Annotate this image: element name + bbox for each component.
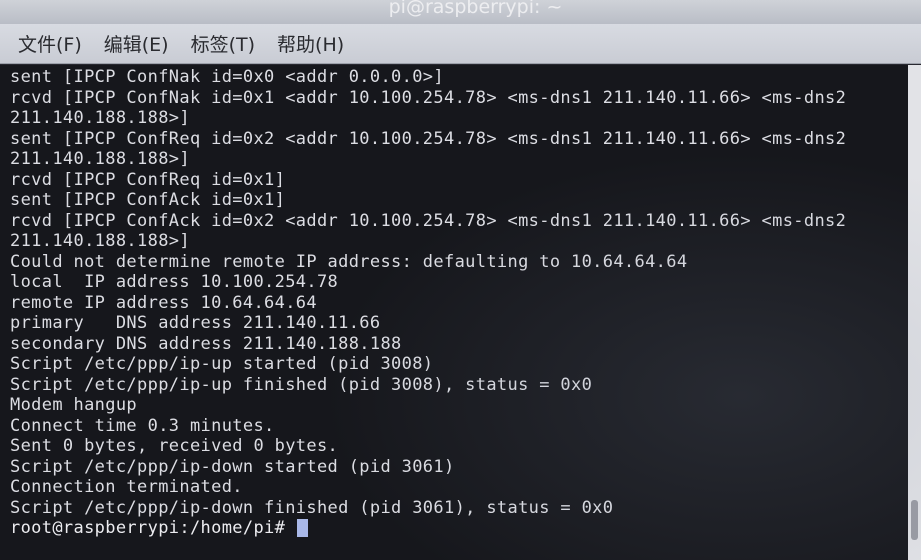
terminal-line: remote IP address 10.64.64.64: [10, 292, 317, 313]
terminal-line: sent [IPCP ConfAck id=0x1]: [10, 190, 286, 210]
terminal-line: secondary DNS address 211.140.188.188: [10, 333, 402, 354]
terminal-line: Script /etc/ppp/ip-up started (pid 3008): [10, 354, 434, 374]
terminal-line: rcvd [IPCP ConfAck id=0x2 <addr 10.100.2…: [10, 210, 847, 231]
menu-bar: 文件(F) 编辑(E) 标签(T) 帮助(H): [0, 24, 921, 64]
terminal-line: Connect time 0.3 minutes.: [10, 415, 275, 436]
command-prompt-line[interactable]: root@raspberrypi:/home/pi#: [10, 518, 908, 539]
terminal-line: Modem hangup: [10, 395, 138, 415]
scrollbar-thumb[interactable]: [911, 500, 918, 540]
terminal-line: 211.140.188.188>]: [10, 149, 190, 169]
text-cursor: [296, 519, 308, 538]
terminal-line: Sent 0 bytes, received 0 bytes.: [10, 436, 339, 456]
terminal-line: primary DNS address 211.140.11.66: [10, 313, 381, 333]
terminal-line: 211.140.188.188>]: [10, 231, 190, 251]
terminal-line: Connection terminated.: [10, 477, 243, 497]
terminal-line: rcvd [IPCP ConfNak id=0x1 <addr 10.100.2…: [10, 87, 847, 108]
menu-help[interactable]: 帮助(H): [277, 30, 344, 57]
terminal-scrollbar[interactable]: [908, 65, 921, 560]
terminal-line: sent [IPCP ConfReq id=0x2 <addr 10.100.2…: [10, 128, 847, 149]
shell-prompt: root@raspberrypi:/home/pi#: [10, 518, 296, 538]
window-titlebar[interactable]: pi@raspberrypi: ~: [0, 0, 921, 24]
menu-file[interactable]: 文件(F): [18, 30, 82, 57]
menu-tabs[interactable]: 标签(T): [191, 30, 255, 57]
terminal-line: Script /etc/ppp/ip-down started (pid 306…: [10, 456, 455, 477]
terminal-line: Script /etc/ppp/ip-up finished (pid 3008…: [10, 374, 593, 395]
terminal-output[interactable]: sent [IPCP ConfNak id=0x0 <addr 0.0.0.0>…: [0, 65, 908, 560]
menu-edit[interactable]: 编辑(E): [104, 30, 169, 57]
terminal-line: 211.140.188.188>]: [10, 108, 190, 128]
terminal-window: pi@raspberrypi: ~ 文件(F) 编辑(E) 标签(T) 帮助(H…: [0, 0, 921, 560]
terminal-line: Could not determine remote IP address: d…: [10, 251, 688, 272]
terminal-line: Script /etc/ppp/ip-down finished (pid 30…: [10, 497, 614, 518]
terminal-line: sent [IPCP ConfNak id=0x0 <addr 0.0.0.0>…: [10, 67, 444, 87]
window-title: pi@raspberrypi: ~: [388, 0, 563, 18]
terminal-line: local IP address 10.100.254.78: [10, 272, 339, 292]
terminal-line: rcvd [IPCP ConfReq id=0x1]: [10, 169, 286, 190]
